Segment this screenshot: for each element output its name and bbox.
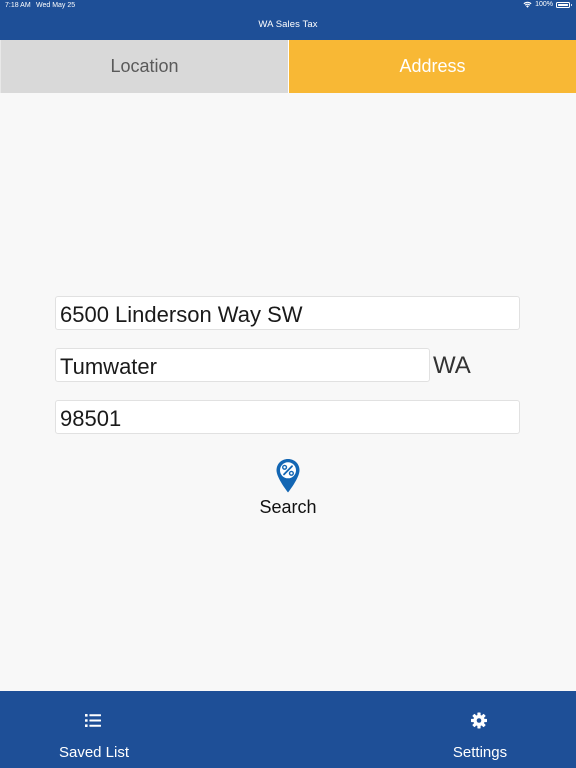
wifi-icon [523,1,532,8]
status-indicators: 100% [523,1,572,8]
bottom-tab-bar: Saved List Settings [0,691,576,768]
tab-address[interactable]: Address [288,40,576,93]
battery-percent: 100% [535,1,553,8]
segmented-tabs: Location Address [0,40,576,93]
saved-list-label: Saved List [58,744,130,761]
page-title: WA Sales Tax [258,19,318,30]
street-address-input[interactable] [55,296,520,330]
zip-code-input[interactable] [55,400,520,434]
list-icon [85,714,101,727]
app-screen: 7:18 AM Wed May 25 100% WA Sales Tax Loc… [0,0,576,768]
state-label: WA [433,352,471,379]
status-date: Wed May 25 [36,2,76,9]
battery-fill [558,3,568,6]
search-button[interactable]: Search [238,456,338,522]
gear-icon [471,712,487,729]
saved-list-button[interactable]: Saved List [44,691,144,768]
settings-button[interactable]: Settings [430,691,530,768]
map-pin-percent-icon [276,459,300,493]
tab-location[interactable]: Location [0,40,288,93]
top-bar: 7:18 AM Wed May 25 100% WA Sales Tax [0,0,576,40]
city-input[interactable] [55,348,430,382]
battery-icon [556,1,572,8]
status-time: 7:18 AM [5,2,31,9]
settings-label: Settings [452,744,508,761]
search-label: Search [259,497,317,517]
